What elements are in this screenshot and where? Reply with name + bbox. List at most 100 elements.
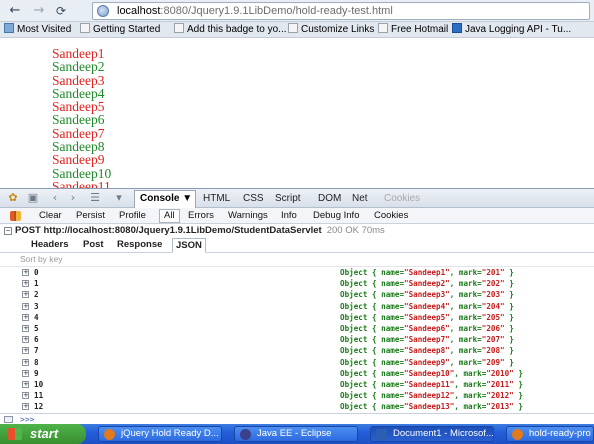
json-object: Object { name="Sandeep7", mark="207" } xyxy=(340,335,514,345)
json-row[interactable]: +1 Object { name="Sandeep2", mark="202" } xyxy=(0,278,594,289)
json-row[interactable]: +10 Object { name="Sandeep11", mark="2011… xyxy=(0,379,594,390)
url-bar[interactable]: localhost:8080/Jquery1.9.1LibDemo/hold-r… xyxy=(92,2,590,20)
bookmark-add-badge[interactable]: Add this badge to yo... xyxy=(174,23,287,37)
reload-icon[interactable]: ⟳ xyxy=(52,3,70,19)
firefox-icon xyxy=(104,429,115,440)
filter-all[interactable]: All xyxy=(159,209,180,223)
json-mark-value: "208" xyxy=(481,346,505,356)
console-filter-bar: Clear Persist Profile All Errors Warning… xyxy=(0,208,594,224)
json-row[interactable]: +11 Object { name="Sandeep12", mark="2012… xyxy=(0,390,594,401)
json-row[interactable]: +0 Object { name="Sandeep1", mark="201" } xyxy=(0,267,594,278)
inspect-icon[interactable]: ▣ xyxy=(26,192,40,204)
json-name-value: "Sandeep13" xyxy=(404,402,455,412)
collapse-icon[interactable]: − xyxy=(4,227,12,235)
tab-console[interactable]: Console ▼ xyxy=(134,190,196,208)
request-status: 200 OK 70ms xyxy=(326,225,385,236)
json-row[interactable]: +2 Object { name="Sandeep3", mark="203" } xyxy=(0,289,594,300)
taskbar-item[interactable]: hold-ready-pro xyxy=(506,426,594,442)
json-row[interactable]: +5 Object { name="Sandeep6", mark="206" } xyxy=(0,323,594,334)
forward-arrow-icon[interactable]: → xyxy=(30,3,48,19)
json-row[interactable]: +12 Object { name="Sandeep13", mark="2013… xyxy=(0,401,594,412)
back-arrow-icon[interactable]: ‹ xyxy=(48,192,62,204)
tab-net[interactable]: Net xyxy=(352,191,368,206)
tab-json[interactable]: JSON xyxy=(172,238,206,253)
expand-icon[interactable]: + xyxy=(22,347,29,355)
filter-info[interactable]: Info xyxy=(281,209,297,223)
json-row[interactable]: +8 Object { name="Sandeep9", mark="209" } xyxy=(0,357,594,368)
expand-icon[interactable]: + xyxy=(22,403,29,411)
json-row[interactable]: +6 Object { name="Sandeep7", mark="207" } xyxy=(0,334,594,345)
clear-console-icon[interactable] xyxy=(10,211,21,221)
tab-response[interactable]: Response xyxy=(114,238,165,253)
dropdown-icon[interactable]: ▾ xyxy=(112,192,126,204)
json-key: 1 xyxy=(34,279,39,289)
expand-icon[interactable]: + xyxy=(22,392,29,400)
expand-icon[interactable]: + xyxy=(22,369,29,377)
json-mark-value: "205" xyxy=(481,312,505,322)
json-name-value: "Sandeep2" xyxy=(404,279,450,289)
filter-debug-info[interactable]: Debug Info xyxy=(313,209,359,223)
json-row[interactable]: +3 Object { name="Sandeep4", mark="204" } xyxy=(0,301,594,312)
request-entry[interactable]: − POST http://localhost:8080/Jquery1.9.1… xyxy=(0,224,594,238)
sort-by-key[interactable]: Sort by key xyxy=(0,253,594,267)
tab-dom[interactable]: DOM xyxy=(318,191,341,206)
taskbar-item[interactable]: Document1 - Microsof... xyxy=(370,426,494,442)
bookmark-java-logging[interactable]: Java Logging API - Tu... xyxy=(452,23,571,37)
expand-icon[interactable]: + xyxy=(22,336,29,344)
filter-errors[interactable]: Errors xyxy=(188,209,214,223)
json-name-value: "Sandeep10" xyxy=(404,368,455,378)
list-item: Sandeep11 xyxy=(52,178,111,188)
tab-html[interactable]: HTML xyxy=(203,191,230,206)
tab-script[interactable]: Script xyxy=(275,191,301,206)
expand-icon[interactable]: + xyxy=(22,380,29,388)
expand-icon[interactable]: + xyxy=(22,291,29,299)
json-row[interactable]: +7 Object { name="Sandeep8", mark="208" } xyxy=(0,345,594,356)
url-path: :8080/Jquery1.9.1LibDemo/hold-ready-test… xyxy=(160,5,393,17)
firebug-icon[interactable]: ✿ xyxy=(6,192,20,204)
json-name-value: "Sandeep9" xyxy=(404,357,450,367)
word-icon xyxy=(376,429,387,440)
back-arrow-icon[interactable]: ← xyxy=(6,3,24,19)
tab-cookies[interactable]: Cookies xyxy=(384,191,420,206)
filter-warnings[interactable]: Warnings xyxy=(228,209,268,223)
list-item: Sandeep4 xyxy=(52,85,105,101)
expand-icon[interactable]: + xyxy=(22,280,29,288)
json-mark-value: "202" xyxy=(481,279,505,289)
bookmark-free-hotmail[interactable]: Free Hotmail xyxy=(378,23,448,37)
start-button[interactable]: start xyxy=(0,424,86,444)
bookmark-most-visited[interactable]: Most Visited xyxy=(4,23,71,37)
clear-button[interactable]: Clear xyxy=(39,209,62,223)
json-mark-value: "203" xyxy=(481,290,505,300)
json-object: Object { name="Sandeep2", mark="202" } xyxy=(340,279,514,289)
expand-icon[interactable]: + xyxy=(22,302,29,310)
bookmark-customize-links[interactable]: Customize Links xyxy=(288,23,374,37)
tab-css[interactable]: CSS xyxy=(243,191,264,206)
page-icon xyxy=(174,23,184,33)
json-row[interactable]: +4 Object { name="Sandeep5", mark="205" } xyxy=(0,312,594,323)
json-key: 2 xyxy=(34,290,39,300)
tab-headers[interactable]: Headers xyxy=(28,238,72,253)
persist-button[interactable]: Persist xyxy=(76,209,105,223)
taskbar-item[interactable]: jQuery Hold Ready D... xyxy=(98,426,222,442)
taskbar-item[interactable]: Java EE - Eclipse xyxy=(234,426,358,442)
json-object: Object { name="Sandeep12", mark="2012" } xyxy=(340,391,523,401)
expand-icon[interactable]: + xyxy=(22,324,29,332)
json-key: 4 xyxy=(34,312,39,322)
list-icon[interactable]: ☰ xyxy=(88,192,102,204)
console-toggle-icon[interactable] xyxy=(4,416,13,423)
profile-button[interactable]: Profile xyxy=(119,209,146,223)
json-key: 5 xyxy=(34,323,39,333)
expand-icon[interactable]: + xyxy=(22,358,29,366)
forward-arrow-icon[interactable]: › xyxy=(66,192,80,204)
json-key: 12 xyxy=(34,402,44,412)
bookmark-getting-started[interactable]: Getting Started xyxy=(80,23,160,37)
expand-icon[interactable]: + xyxy=(22,313,29,321)
expand-icon[interactable]: + xyxy=(22,269,29,276)
json-object: Object { name="Sandeep11", mark="2011" } xyxy=(340,379,523,389)
json-row[interactable]: +9 Object { name="Sandeep10", mark="2010"… xyxy=(0,368,594,379)
filter-cookies[interactable]: Cookies xyxy=(374,209,408,223)
json-tree: +0 Object { name="Sandeep1", mark="201" }… xyxy=(0,267,594,413)
list-item: Sandeep1 xyxy=(52,46,105,61)
tab-post[interactable]: Post xyxy=(80,238,107,253)
page-icon xyxy=(288,23,298,33)
